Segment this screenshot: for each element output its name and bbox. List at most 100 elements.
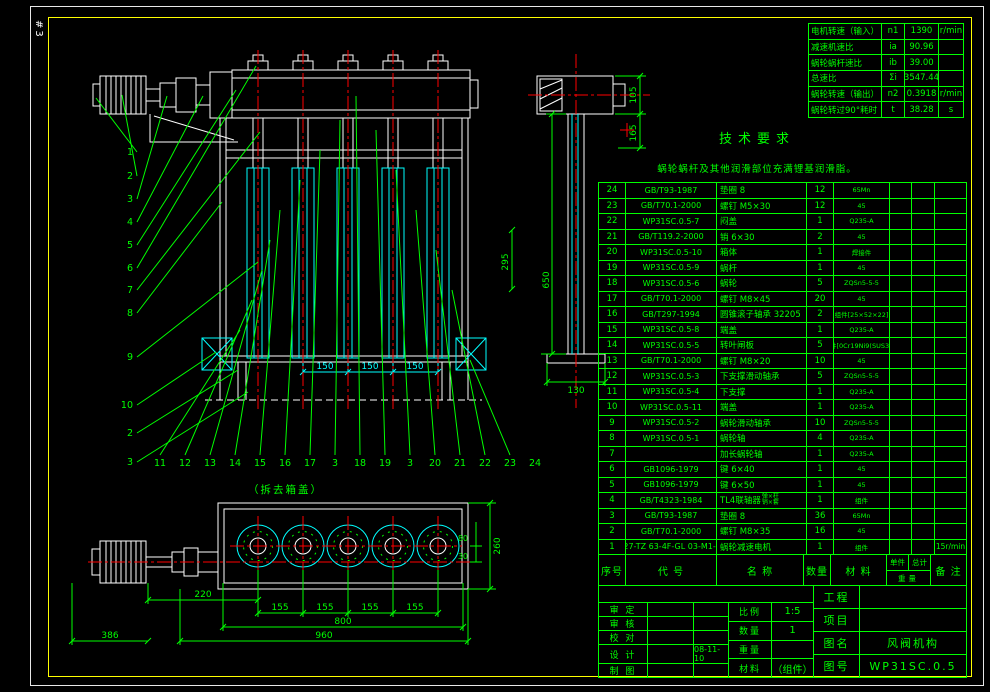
bom-seq: 19 (599, 261, 626, 276)
table-row: 9 WP31SC.0.5-2 蜗轮滑动轴承 10 ZQSn5-5-5 (599, 416, 966, 432)
ratio-value: 1390 (905, 24, 939, 39)
signature-label: 校 对 (599, 631, 648, 644)
ratio-symbol: ia (882, 40, 905, 55)
bom-unit-weight (890, 354, 912, 369)
ratio-table-row: 蜗轮蜗杆速比 ib 39.00 (809, 54, 963, 70)
bom-code: WP31SC.0.5-1 (626, 431, 717, 446)
bom-name: 端盖 (717, 323, 807, 338)
bom-name-text: 螺钉 M8×20 (720, 355, 770, 367)
item-value (860, 609, 966, 631)
bom-remark (935, 230, 966, 245)
drawing-info-block: 工程 项目 图名 风阀机构 图号 WP31SC.0.5 (813, 586, 966, 677)
bom-code: GB/T70.1-2000 (626, 199, 717, 214)
bom-qty: 1 (807, 261, 834, 276)
ratio-symbol: Σi (882, 71, 905, 86)
bom-code: GB/T297-1994 (626, 307, 717, 322)
bom-header-weight-group: 单件 总计 重量 (887, 555, 931, 585)
drawing-name-label: 图名 (814, 632, 860, 654)
bom-total-weight (912, 354, 935, 369)
signature-label: 审 定 (599, 603, 648, 616)
ratio-label: 电机转速（输入） (809, 24, 882, 39)
bom-total-weight (912, 338, 935, 353)
ratio-value: 90.96 (905, 40, 939, 55)
ratio-unit (939, 55, 963, 70)
bom-code: D27-TZ 63-4F-GL 03-M1-0° (626, 540, 717, 555)
dim-label: 150 (316, 362, 333, 372)
ratio-label: 减速机速比 (809, 40, 882, 55)
part-number-label: 7 (127, 285, 133, 296)
table-row: 14 WP31SC.0.5-5 转叶闸板 5 焊接件[0Cr19Ni9(SUS3… (599, 338, 966, 354)
part-number-label: 15 (254, 458, 266, 469)
dim-label: 150 (406, 362, 423, 372)
part-number-label: 6 (127, 263, 133, 274)
bom-material: Q235-A (834, 431, 890, 446)
bom-unit-weight (890, 369, 912, 384)
drawing-no-label: 图号 (814, 655, 860, 677)
bom-total-weight (912, 183, 935, 198)
bom-unit-weight (890, 385, 912, 400)
signature-block: 审 定 审 核 校 对 设 计 08-11-10 (599, 603, 729, 677)
bom-name: 蜗轮减速电机 (717, 540, 807, 555)
ratio-unit: r/min (939, 87, 963, 102)
table-row: 10 WP31SC.0.5-11 端盖 1 Q235-A (599, 400, 966, 416)
bom-name-text: 键 6×50 (720, 479, 755, 491)
top-dim-lines (69, 500, 496, 645)
bom-material: 65Mn (834, 183, 890, 198)
bom-qty: 1 (807, 323, 834, 338)
signature-date (694, 603, 729, 616)
bom-code: WP31SC.0.5-8 (626, 323, 717, 338)
bom-qty: 1 (807, 385, 834, 400)
bom-qty: 5 (807, 369, 834, 384)
part-number-label: 2 (127, 171, 133, 182)
part-number-label: 4 (127, 217, 133, 228)
bom-seq: 2 (599, 524, 626, 539)
scale-block: 比例 1:5 数量 1 重量 材料 （组件） (729, 603, 813, 677)
bom-remark (935, 245, 966, 260)
ratio-value: 39.00 (905, 55, 939, 70)
dim-label: 80 (458, 534, 468, 543)
left-leader-numbers: 1234567891023 (121, 147, 133, 468)
bom-name: 端盖 (717, 400, 807, 415)
table-row: 2 GB/T70.1-2000 螺钉 M8×35 16 45 (599, 524, 966, 540)
bom-name-text: 螺钉 M8×35 (720, 525, 770, 537)
bom-remark (935, 183, 966, 198)
table-row: 4 GB/T4323-1984 TL4联轴器弹×柱 销×套 1 组件 (599, 493, 966, 509)
bom-remark (935, 354, 966, 369)
bom-header-weight: 重量 (887, 571, 930, 585)
front-dim150-labels: 150150150 (316, 362, 423, 372)
bom-name: TL4联轴器弹×柱 销×套 (717, 493, 807, 508)
bom-name: 转叶闸板 (717, 338, 807, 353)
bom-total-weight (912, 292, 935, 307)
bom-remark (935, 323, 966, 338)
bom-unit-weight (890, 245, 912, 260)
dim-label: 650 (542, 271, 552, 288)
bom-qty: 12 (807, 199, 834, 214)
table-row: 6 GB1096-1979 键 6×40 1 45 (599, 462, 966, 478)
bom-remark (935, 338, 966, 353)
bom-code: GB/T70.1-2000 (626, 354, 717, 369)
bom-qty: 4 (807, 431, 834, 446)
bom-remark (935, 493, 966, 508)
part-number-label: 13 (204, 458, 216, 469)
bom-name: 螺钉 M5×30 (717, 199, 807, 214)
bom-seq: 1 (599, 540, 626, 555)
table-row: 13 GB/T70.1-2000 螺钉 M8×20 10 45 (599, 354, 966, 370)
table-row: 16 GB/T297-1994 圆锥滚子轴承 32205 2 组件[25×52×… (599, 307, 966, 323)
bom-remark (935, 509, 966, 524)
bom-name: 蜗轮轴 (717, 431, 807, 446)
bom-total-weight (912, 245, 935, 260)
bom-remark (935, 416, 966, 431)
bom-seq: 21 (599, 230, 626, 245)
bom-material: 组件[25×52×22] (834, 307, 890, 322)
signature-name (648, 603, 694, 616)
project-value (860, 586, 966, 608)
bom-remark (935, 276, 966, 291)
part-number-label: 8 (127, 308, 133, 319)
signature-name (648, 617, 694, 630)
part-number-label: 9 (127, 352, 133, 363)
signature-date: 08-11-10 (694, 645, 729, 663)
bom-seq: 23 (599, 199, 626, 214)
table-row: 15 WP31SC.0.5-8 端盖 1 Q235-A (599, 323, 966, 339)
ratio-table-row: 蜗轮转速（输出） n2 0.3918 r/min (809, 86, 963, 102)
table-row: 23 GB/T70.1-2000 螺钉 M5×30 12 45 (599, 199, 966, 215)
